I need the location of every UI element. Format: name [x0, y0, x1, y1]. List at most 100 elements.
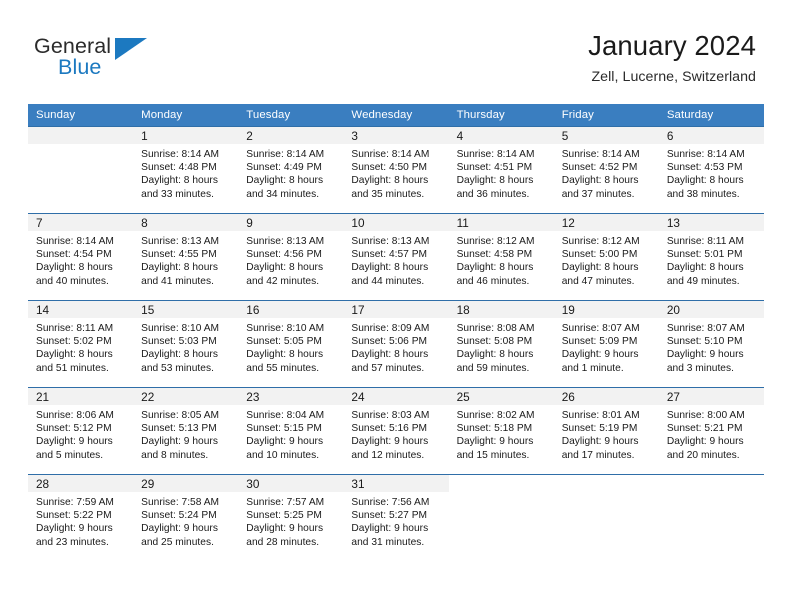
sunrise-line: Sunrise: 8:10 AM [141, 322, 234, 335]
general-blue-logo[interactable]: General Blue [34, 36, 234, 92]
day-number-band [449, 475, 554, 492]
daylight-line: Daylight: 9 hours [351, 522, 444, 535]
sunrise-line: Sunrise: 8:03 AM [351, 409, 444, 422]
weekday-header-thursday: Thursday [449, 104, 554, 127]
sunset-line: Sunset: 5:13 PM [141, 422, 234, 435]
calendar-week-row: 21Sunrise: 8:06 AMSunset: 5:12 PMDayligh… [28, 388, 764, 475]
day-number-band: 17 [343, 301, 448, 318]
calendar-day-cell[interactable]: 5Sunrise: 8:14 AMSunset: 4:52 PMDaylight… [554, 127, 659, 214]
day-number: 3 [351, 129, 448, 143]
day-detail: Sunrise: 7:59 AMSunset: 5:22 PMDaylight:… [28, 492, 133, 549]
calendar-day-cell[interactable]: 19Sunrise: 8:07 AMSunset: 5:09 PMDayligh… [554, 301, 659, 388]
daylight-line-cont: and 23 minutes. [36, 536, 129, 549]
sunset-line: Sunset: 5:24 PM [141, 509, 234, 522]
calendar-day-cell[interactable]: 29Sunrise: 7:58 AMSunset: 5:24 PMDayligh… [133, 475, 238, 562]
day-detail: Sunrise: 8:04 AMSunset: 5:15 PMDaylight:… [238, 405, 343, 462]
daylight-line-cont: and 34 minutes. [246, 188, 339, 201]
calendar-empty-cell [659, 475, 764, 562]
calendar-day-cell[interactable]: 28Sunrise: 7:59 AMSunset: 5:22 PMDayligh… [28, 475, 133, 562]
calendar-day-cell[interactable]: 8Sunrise: 8:13 AMSunset: 4:55 PMDaylight… [133, 214, 238, 301]
day-number: 27 [667, 390, 764, 404]
calendar-day-cell[interactable]: 4Sunrise: 8:14 AMSunset: 4:51 PMDaylight… [449, 127, 554, 214]
daylight-line-cont: and 31 minutes. [351, 536, 444, 549]
day-number-band: 30 [238, 475, 343, 492]
calendar-day-cell[interactable]: 23Sunrise: 8:04 AMSunset: 5:15 PMDayligh… [238, 388, 343, 475]
calendar-day-cell[interactable]: 20Sunrise: 8:07 AMSunset: 5:10 PMDayligh… [659, 301, 764, 388]
calendar-day-cell[interactable]: 12Sunrise: 8:12 AMSunset: 5:00 PMDayligh… [554, 214, 659, 301]
daylight-line: Daylight: 8 hours [351, 174, 444, 187]
calendar-grid: Sunday Monday Tuesday Wednesday Thursday… [28, 104, 764, 561]
day-number: 28 [36, 477, 133, 491]
calendar-empty-cell [28, 127, 133, 214]
sunrise-line: Sunrise: 8:04 AM [246, 409, 339, 422]
calendar-day-cell[interactable]: 26Sunrise: 8:01 AMSunset: 5:19 PMDayligh… [554, 388, 659, 475]
day-detail: Sunrise: 8:14 AMSunset: 4:50 PMDaylight:… [343, 144, 448, 201]
calendar-day-cell[interactable]: 24Sunrise: 8:03 AMSunset: 5:16 PMDayligh… [343, 388, 448, 475]
daylight-line: Daylight: 8 hours [351, 261, 444, 274]
day-number-band: 22 [133, 388, 238, 405]
weekday-header-friday: Friday [554, 104, 659, 127]
calendar-day-cell[interactable]: 10Sunrise: 8:13 AMSunset: 4:57 PMDayligh… [343, 214, 448, 301]
day-number: 26 [562, 390, 659, 404]
calendar-day-cell[interactable]: 30Sunrise: 7:57 AMSunset: 5:25 PMDayligh… [238, 475, 343, 562]
sunset-line: Sunset: 4:48 PM [141, 161, 234, 174]
daylight-line: Daylight: 8 hours [246, 261, 339, 274]
day-number: 25 [457, 390, 554, 404]
day-number: 6 [667, 129, 764, 143]
calendar-day-cell[interactable]: 15Sunrise: 8:10 AMSunset: 5:03 PMDayligh… [133, 301, 238, 388]
day-number-band: 12 [554, 214, 659, 231]
sunrise-line: Sunrise: 8:05 AM [141, 409, 234, 422]
calendar-day-cell[interactable]: 27Sunrise: 8:00 AMSunset: 5:21 PMDayligh… [659, 388, 764, 475]
daylight-line-cont: and 8 minutes. [141, 449, 234, 462]
day-detail: Sunrise: 8:10 AMSunset: 5:05 PMDaylight:… [238, 318, 343, 375]
calendar-day-cell[interactable]: 25Sunrise: 8:02 AMSunset: 5:18 PMDayligh… [449, 388, 554, 475]
calendar-day-cell[interactable]: 31Sunrise: 7:56 AMSunset: 5:27 PMDayligh… [343, 475, 448, 562]
calendar-day-cell[interactable]: 9Sunrise: 8:13 AMSunset: 4:56 PMDaylight… [238, 214, 343, 301]
calendar-day-cell[interactable]: 11Sunrise: 8:12 AMSunset: 4:58 PMDayligh… [449, 214, 554, 301]
sunset-line: Sunset: 5:10 PM [667, 335, 760, 348]
day-number: 7 [36, 216, 133, 230]
calendar-day-cell[interactable]: 16Sunrise: 8:10 AMSunset: 5:05 PMDayligh… [238, 301, 343, 388]
day-number-band: 11 [449, 214, 554, 231]
day-number-band: 6 [659, 127, 764, 144]
calendar-day-cell[interactable]: 17Sunrise: 8:09 AMSunset: 5:06 PMDayligh… [343, 301, 448, 388]
sunrise-line: Sunrise: 8:14 AM [351, 148, 444, 161]
sunrise-line: Sunrise: 8:14 AM [562, 148, 655, 161]
daylight-line: Daylight: 8 hours [667, 174, 760, 187]
daylight-line: Daylight: 9 hours [351, 435, 444, 448]
calendar-body: 1Sunrise: 8:14 AMSunset: 4:48 PMDaylight… [28, 127, 764, 562]
weekday-header-saturday: Saturday [659, 104, 764, 127]
calendar-day-cell[interactable]: 3Sunrise: 8:14 AMSunset: 4:50 PMDaylight… [343, 127, 448, 214]
day-detail: Sunrise: 7:58 AMSunset: 5:24 PMDaylight:… [133, 492, 238, 549]
calendar-day-cell[interactable]: 14Sunrise: 8:11 AMSunset: 5:02 PMDayligh… [28, 301, 133, 388]
calendar-day-cell[interactable]: 18Sunrise: 8:08 AMSunset: 5:08 PMDayligh… [449, 301, 554, 388]
sunset-line: Sunset: 5:16 PM [351, 422, 444, 435]
day-detail [554, 492, 659, 496]
sunset-line: Sunset: 5:03 PM [141, 335, 234, 348]
daylight-line-cont: and 10 minutes. [246, 449, 339, 462]
day-detail: Sunrise: 8:14 AMSunset: 4:53 PMDaylight:… [659, 144, 764, 201]
day-number: 14 [36, 303, 133, 317]
daylight-line-cont: and 1 minute. [562, 362, 655, 375]
day-number-band: 25 [449, 388, 554, 405]
day-detail: Sunrise: 8:06 AMSunset: 5:12 PMDaylight:… [28, 405, 133, 462]
daylight-line-cont: and 53 minutes. [141, 362, 234, 375]
calendar-day-cell[interactable]: 22Sunrise: 8:05 AMSunset: 5:13 PMDayligh… [133, 388, 238, 475]
daylight-line-cont: and 44 minutes. [351, 275, 444, 288]
daylight-line: Daylight: 9 hours [562, 348, 655, 361]
calendar-day-cell[interactable]: 7Sunrise: 8:14 AMSunset: 4:54 PMDaylight… [28, 214, 133, 301]
calendar-day-cell[interactable]: 21Sunrise: 8:06 AMSunset: 5:12 PMDayligh… [28, 388, 133, 475]
day-number: 13 [667, 216, 764, 230]
day-number: 16 [246, 303, 343, 317]
day-number-band: 23 [238, 388, 343, 405]
calendar-week-row: 28Sunrise: 7:59 AMSunset: 5:22 PMDayligh… [28, 475, 764, 562]
calendar-day-cell[interactable]: 1Sunrise: 8:14 AMSunset: 4:48 PMDaylight… [133, 127, 238, 214]
day-detail: Sunrise: 8:05 AMSunset: 5:13 PMDaylight:… [133, 405, 238, 462]
calendar-day-cell[interactable]: 6Sunrise: 8:14 AMSunset: 4:53 PMDaylight… [659, 127, 764, 214]
daylight-line-cont: and 51 minutes. [36, 362, 129, 375]
daylight-line-cont: and 46 minutes. [457, 275, 550, 288]
daylight-line: Daylight: 8 hours [457, 348, 550, 361]
calendar-day-cell[interactable]: 2Sunrise: 8:14 AMSunset: 4:49 PMDaylight… [238, 127, 343, 214]
daylight-line-cont: and 41 minutes. [141, 275, 234, 288]
calendar-day-cell[interactable]: 13Sunrise: 8:11 AMSunset: 5:01 PMDayligh… [659, 214, 764, 301]
